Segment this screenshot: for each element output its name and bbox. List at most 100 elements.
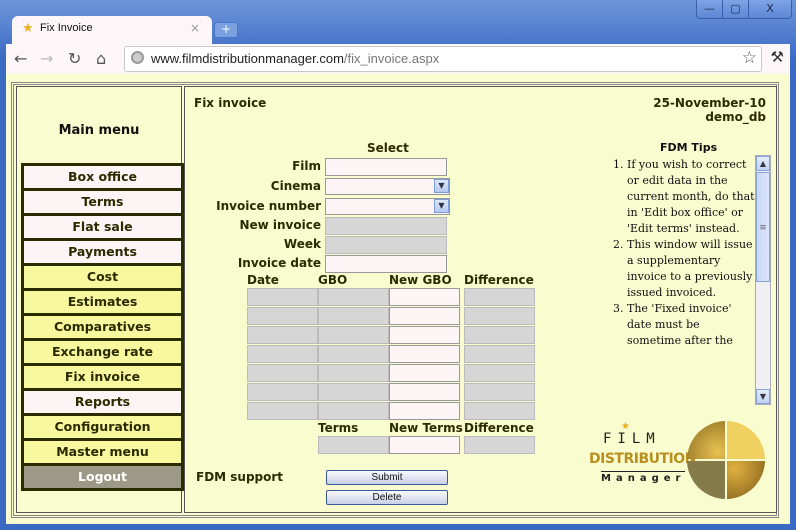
maximize-button[interactable]: ▢ — [722, 0, 748, 18]
submit-button[interactable]: Submit — [326, 470, 448, 485]
logo-manager-text: Manager — [601, 471, 686, 484]
new-gbo-input[interactable] — [389, 345, 460, 363]
menu-item-flat-sale[interactable]: Flat sale — [24, 216, 181, 238]
new-gbo-input[interactable] — [389, 364, 460, 382]
tab-title: Fix Invoice — [40, 22, 93, 34]
film-input[interactable] — [325, 158, 447, 176]
week-label: Week — [283, 237, 321, 251]
page-title: Fix invoice — [194, 96, 267, 110]
select-header: Select — [367, 141, 409, 155]
film-label: Film — [292, 159, 321, 173]
sidebar: Main menu Box office Terms Flat sale Paymen… — [16, 86, 184, 513]
date-cell — [247, 402, 318, 420]
invoice-number-select[interactable]: ▼ — [325, 198, 450, 215]
address-bar[interactable]: www.filmdistributionmanager.com/fix_invo… — [124, 46, 762, 72]
gbo-cell — [318, 307, 389, 325]
difference-cell — [464, 288, 535, 306]
tip-item: This window will issue a supplementary i… — [627, 237, 755, 301]
date-cell — [247, 288, 318, 306]
gbo-cell — [318, 402, 389, 420]
difference-cell — [464, 345, 535, 363]
delete-button[interactable]: Delete — [326, 490, 448, 505]
gbo-cell — [318, 326, 389, 344]
menu-item-exchange-rate[interactable]: Exchange rate — [24, 341, 181, 363]
new-gbo-col-header: New GBO — [389, 273, 452, 287]
new-gbo-input[interactable] — [389, 383, 460, 401]
new-invoice-field — [325, 217, 447, 235]
menu-item-estimates[interactable]: Estimates — [24, 291, 181, 313]
menu-item-terms[interactable]: Terms — [24, 191, 181, 213]
difference-cell — [464, 307, 535, 325]
fdm-support-link[interactable]: FDM support — [196, 470, 283, 484]
difference-col-header: Difference — [464, 273, 534, 287]
gbo-cell — [318, 345, 389, 363]
reload-icon[interactable]: ↻ — [68, 49, 81, 68]
tip-item: If you wish to correct or edit data in t… — [627, 157, 755, 237]
difference-cell — [464, 326, 535, 344]
week-field — [325, 236, 447, 254]
gbo-col-header: GBO — [318, 273, 348, 287]
gbo-cell — [318, 288, 389, 306]
logo-film-text: FILM — [603, 431, 661, 447]
new-gbo-input[interactable] — [389, 307, 460, 325]
database-name: demo_db — [705, 110, 766, 124]
minimize-button[interactable]: — — [697, 0, 722, 18]
chevron-down-icon[interactable]: ▼ — [434, 199, 449, 213]
date-cell — [247, 364, 318, 382]
menu-item-configuration[interactable]: Configuration — [24, 416, 181, 438]
date-col-header: Date — [247, 273, 279, 287]
scroll-up-icon[interactable]: ▲ — [756, 156, 770, 171]
chevron-down-icon[interactable]: ▼ — [434, 179, 449, 193]
terms-field — [318, 436, 389, 454]
forward-icon[interactable]: → — [40, 49, 53, 68]
cinema-select[interactable]: ▼ — [325, 178, 450, 195]
scrollbar-thumb[interactable]: ≡ — [756, 172, 770, 282]
new-gbo-input[interactable] — [389, 288, 460, 306]
menu-item-reports[interactable]: Reports — [24, 391, 181, 413]
main-menu: Box office Terms Flat sale Payments Cost Esti… — [21, 163, 184, 491]
invoice-date-input[interactable] — [325, 255, 447, 273]
browser-toolbar: ← → ↻ ⌂ www.filmdistributionmanager.com/… — [6, 44, 790, 74]
gbo-cell — [318, 383, 389, 401]
terms-header: Terms — [318, 421, 359, 435]
favicon-star-icon: ★ — [22, 21, 34, 36]
menu-item-fix-invoice[interactable]: Fix invoice — [24, 366, 181, 388]
new-gbo-input[interactable] — [389, 402, 460, 420]
menu-item-logout[interactable]: Logout — [24, 466, 181, 488]
new-tab-button[interactable]: + — [214, 22, 238, 38]
back-icon[interactable]: ← — [14, 49, 27, 68]
cinema-label: Cinema — [270, 179, 321, 193]
menu-item-cost[interactable]: Cost — [24, 266, 181, 288]
browser-window: ★ Fix Invoice × + — ▢ X ← → ↻ ⌂ www.film… — [0, 0, 796, 530]
logo-distribution-text: DISTRIBUTION — [589, 451, 696, 467]
url-text: www.filmdistributionmanager.com/fix_invo… — [151, 51, 440, 66]
close-window-button[interactable]: X — [748, 0, 791, 18]
tip-item: The 'Fixed invoice' date must be sometim… — [627, 301, 755, 349]
tips-list[interactable]: If you wish to correct or edit data in t… — [605, 157, 755, 407]
date-db-info: 25-November-10 demo_db — [653, 96, 766, 124]
new-terms-header: New Terms — [389, 421, 463, 435]
new-gbo-input[interactable] — [389, 326, 460, 344]
title-bar: ★ Fix Invoice × + — ▢ X — [0, 0, 796, 44]
scroll-down-icon[interactable]: ▼ — [756, 389, 770, 404]
main-menu-title: Main menu — [58, 123, 140, 138]
new-terms-input[interactable] — [389, 436, 460, 454]
wrench-icon[interactable]: ⚒ — [771, 48, 784, 66]
invoice-number-label: Invoice number — [216, 199, 321, 213]
tips-scrollbar[interactable]: ▲ ≡ ▼ — [755, 155, 771, 405]
home-icon[interactable]: ⌂ — [96, 49, 106, 68]
menu-item-box-office[interactable]: Box office — [24, 166, 181, 188]
difference-cell — [464, 383, 535, 401]
current-date: 25-November-10 — [653, 96, 766, 110]
menu-item-master-menu[interactable]: Master menu — [24, 441, 181, 463]
date-cell — [247, 383, 318, 401]
terms-difference-field — [464, 436, 535, 454]
menu-item-comparatives[interactable]: Comparatives — [24, 316, 181, 338]
browser-tab[interactable]: ★ Fix Invoice × — [12, 16, 212, 44]
invoice-date-label: Invoice date — [237, 256, 321, 270]
menu-item-payments[interactable]: Payments — [24, 241, 181, 263]
globe-icon — [131, 51, 144, 64]
close-tab-icon[interactable]: × — [190, 21, 200, 35]
bookmark-star-icon[interactable]: ☆ — [742, 48, 757, 68]
fdm-logo: ★ FILM DISTRIBUTION Manager — [585, 421, 775, 499]
